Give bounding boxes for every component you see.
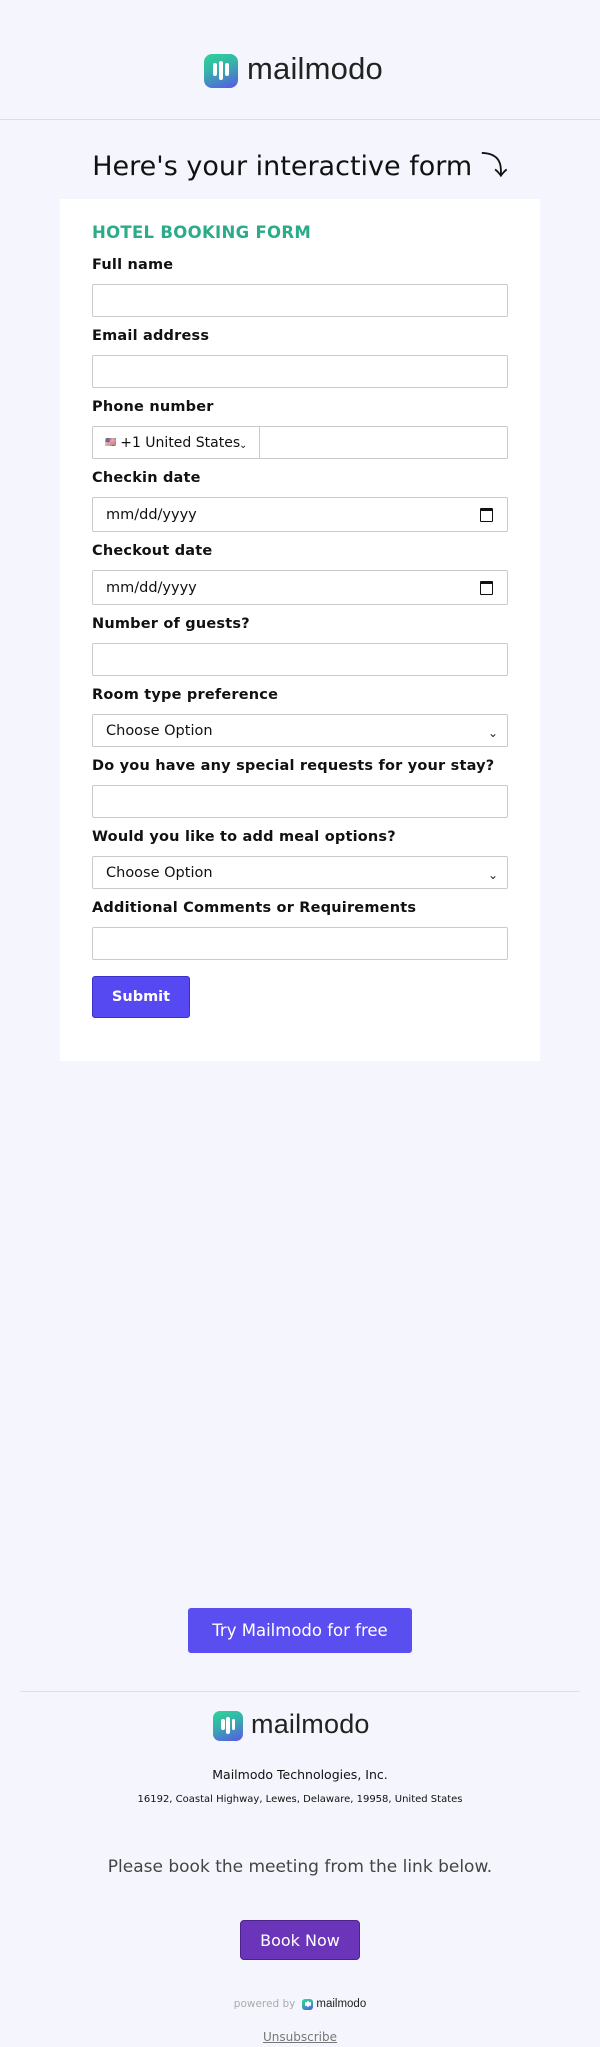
mailmodo-logo-icon	[302, 1998, 314, 2010]
powered-by[interactable]: powered by mailmodo	[0, 1998, 600, 2010]
email-header: mailmodo	[0, 0, 600, 120]
special-requests-label: Do you have any special requests for you…	[92, 758, 495, 774]
meal-options-selected: Choose Option	[106, 864, 213, 881]
room-type-label: Room type preference	[92, 687, 279, 703]
form-title: HOTEL BOOKING FORM	[92, 223, 312, 242]
calendar-icon[interactable]	[480, 507, 493, 522]
powered-by-text: powered by	[233, 1998, 296, 2010]
intro-heading-wrap: Here's your interactive form ⤵	[0, 144, 600, 183]
chevron-down-icon: ⌄	[487, 726, 498, 740]
checkin-placeholder: mm/dd/yyyy	[106, 506, 197, 523]
full-name-label: Full name	[92, 257, 174, 273]
comments-input[interactable]	[92, 927, 508, 960]
phone-input[interactable]	[260, 427, 507, 458]
form-card: HOTEL BOOKING FORM Full name Email addre…	[60, 199, 540, 1061]
country-code: +1 United States	[120, 434, 241, 451]
book-now-button[interactable]: Book Now	[240, 1920, 360, 1960]
chevron-down-icon: ⌄	[487, 868, 498, 882]
intro-heading: Here's your interactive form ⤵	[92, 151, 508, 182]
full-name-input[interactable]	[92, 284, 508, 317]
guests-label: Number of guests?	[92, 616, 250, 632]
guests-input[interactable]	[92, 643, 508, 676]
checkin-date-input[interactable]: mm/dd/yyyy	[92, 497, 508, 532]
checkout-label: Checkout date	[92, 543, 213, 559]
chevron-down-icon: ⌄	[239, 440, 248, 451]
checkin-label: Checkin date	[92, 470, 201, 486]
checkout-placeholder: mm/dd/yyyy	[106, 579, 197, 596]
submit-button[interactable]: Submit	[92, 976, 190, 1018]
brand-name: mailmodo	[247, 51, 383, 86]
company-address: 16192, Coastal Highway, Lewes, Delaware,…	[137, 1794, 463, 1805]
email-input[interactable]	[92, 355, 508, 388]
meal-options-select[interactable]: Choose Option ⌄	[92, 856, 508, 889]
meeting-text: Please book the meeting from the link be…	[107, 1857, 493, 1877]
comments-label: Additional Comments or Requirements	[92, 900, 417, 916]
unsubscribe-link[interactable]: Unsubscribe	[0, 2030, 600, 2044]
special-requests-input[interactable]	[92, 785, 508, 818]
room-type-selected: Choose Option	[106, 722, 213, 739]
phone-field: 🇺🇸 +1 United States ⌄	[92, 426, 508, 459]
us-flag-icon: 🇺🇸	[105, 437, 118, 448]
company-name: Mailmodo Technologies, Inc.	[212, 1767, 388, 1782]
mailmodo-logo-icon	[204, 54, 238, 88]
meal-options-label: Would you like to add meal options?	[92, 829, 396, 845]
checkout-date-input[interactable]: mm/dd/yyyy	[92, 570, 508, 605]
calendar-icon[interactable]	[480, 580, 493, 595]
mailmodo-logo-icon	[213, 1711, 243, 1741]
country-select[interactable]: 🇺🇸 +1 United States	[105, 435, 240, 451]
powered-brand: mailmodo	[316, 1998, 367, 2010]
email-label: Email address	[92, 328, 210, 344]
footer-logo: mailmodo	[213, 1709, 370, 1741]
footer-divider	[20, 1691, 580, 1692]
phone-label: Phone number	[92, 399, 214, 415]
try-mailmodo-button[interactable]: Try Mailmodo for free	[188, 1608, 412, 1653]
header-logo: mailmodo	[204, 51, 383, 88]
footer-brand-name: mailmodo	[251, 1709, 370, 1739]
room-type-select[interactable]: Choose Option ⌄	[92, 714, 508, 747]
